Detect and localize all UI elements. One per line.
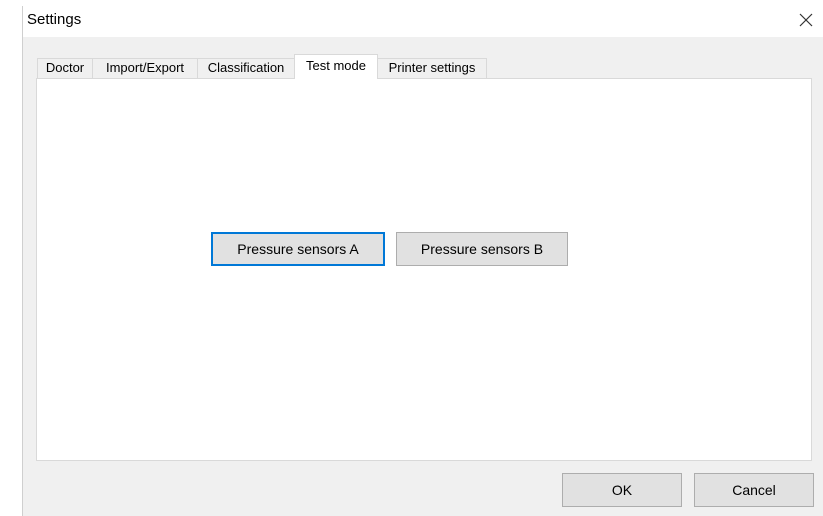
cancel-button[interactable]: Cancel [694,473,814,507]
ok-button[interactable]: OK [562,473,682,507]
tab-test-mode[interactable]: Test mode [294,54,378,79]
tab-import-export[interactable]: Import/Export [92,58,198,78]
tab-printer-settings[interactable]: Printer settings [377,58,487,78]
tab-doctor[interactable]: Doctor [37,58,93,78]
tab-classification[interactable]: Classification [197,58,295,78]
title-bar: Settings [23,6,823,37]
close-button[interactable] [795,9,817,31]
pressure-sensors-b-button[interactable]: Pressure sensors B [396,232,568,266]
close-icon [799,13,813,27]
settings-dialog: Settings Doctor Import/Export Classifica… [22,6,823,516]
pressure-sensors-a-button[interactable]: Pressure sensors A [211,232,385,266]
test-mode-panel: Pressure sensors A Pressure sensors B [36,78,812,461]
window-title: Settings [27,11,82,28]
